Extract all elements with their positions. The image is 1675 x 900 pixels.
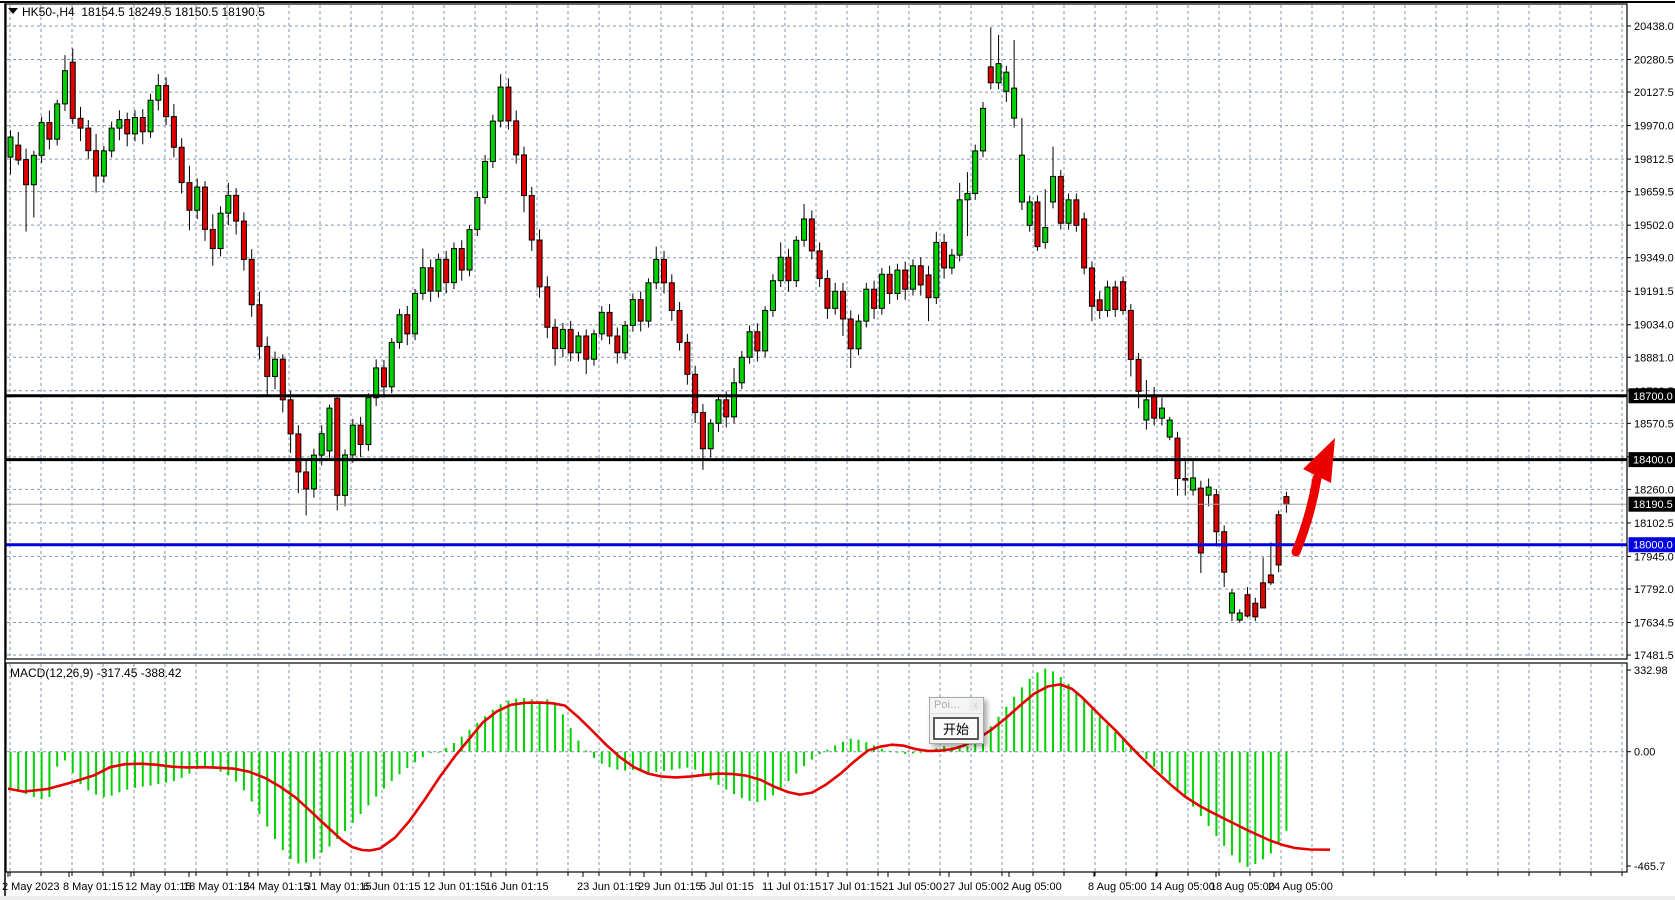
price-axis-label: 20280.5	[1634, 55, 1674, 67]
price-badge-label: 18190.5	[1633, 499, 1673, 511]
time-axis-label: 11 Jul 01:15	[762, 881, 821, 893]
time-axis-label: 17 Jul 01:15	[822, 881, 882, 893]
chart-canvas[interactable]: 20438.0 20280.5 20127.5 19970.0 19812.5 19659…	[0, 0, 1675, 900]
price-axis-label: 19349.0	[1634, 253, 1674, 265]
price-axis-label: 19659.5	[1634, 187, 1674, 199]
time-axis-label: 6 Jun 01:15	[363, 881, 421, 893]
macd-indicator-label: MACD(12,26,9) -317.45 -388.42	[10, 666, 181, 680]
price-axis-label: 19502.0	[1634, 220, 1674, 232]
time-axis-label: 29 Jun 01:15	[638, 881, 702, 893]
mt4-chart-window: 20438.0 20280.5 20127.5 19970.0 19812.5 19659…	[0, 0, 1675, 900]
price-axis-label: 19191.5	[1634, 286, 1674, 298]
time-axis-label: 16 Jun 01:15	[485, 881, 549, 893]
symbol-dropdown-icon[interactable]	[8, 8, 18, 14]
price-axis-label: 18570.5	[1634, 418, 1674, 430]
time-axis-label: 8 Aug 05:00	[1088, 881, 1147, 893]
time-axis-label: 8 May 01:15	[63, 881, 124, 893]
time-axis-label: 2 Aug 05:00	[1003, 881, 1062, 893]
price-axis-label: 18102.5	[1634, 518, 1674, 530]
macd-axis-label: 332.98	[1634, 665, 1668, 677]
chart-title-ohlc: HK50-,H4 18154.5 18249.5 18150.5 18190.5	[22, 5, 265, 19]
price-badge-label: 18700.0	[1633, 391, 1673, 403]
time-axis-label: 5 Jul 01:15	[700, 881, 754, 893]
price-axis-label: 17945.0	[1634, 551, 1674, 563]
time-axis-label: 31 May 01:15	[305, 881, 372, 893]
time-axis-label: 24 May 01:15	[243, 881, 310, 893]
price-axis-label: 19970.0	[1634, 121, 1674, 133]
popup-titlebar[interactable]: Poi… x	[930, 698, 983, 714]
time-axis-label: 12 May 01:15	[125, 881, 192, 893]
price-axis-label: 20127.5	[1634, 87, 1674, 99]
price-badge-label: 18000.0	[1633, 540, 1673, 552]
time-axis-label: 21 Jul 05:00	[882, 881, 942, 893]
price-axis-label: 17481.5	[1634, 650, 1674, 662]
macd-axis-label: -465.7	[1634, 861, 1665, 873]
start-button[interactable]: 开始	[933, 717, 979, 740]
close-icon[interactable]: x	[969, 699, 982, 711]
time-axis-label: 12 Jun 01:15	[423, 881, 487, 893]
price-badge-label: 18400.0	[1633, 455, 1673, 467]
price-axis-label: 19034.0	[1634, 320, 1674, 332]
price-axis-label: 19812.5	[1634, 154, 1674, 166]
price-axis-label: 20438.0	[1634, 21, 1674, 33]
price-axis-label: 18881.0	[1634, 352, 1674, 364]
price-axis-label: 17634.5	[1634, 617, 1674, 629]
time-axis-label: 18 May 01:15	[183, 881, 250, 893]
time-axis-label: 23 Jun 01:15	[577, 881, 641, 893]
time-axis-label: 18 Aug 05:00	[1210, 881, 1275, 893]
time-axis-label: 14 Aug 05:00	[1150, 881, 1215, 893]
price-axis-label: 18260.0	[1634, 484, 1674, 496]
price-axis-label: 17792.0	[1634, 584, 1674, 596]
time-axis-label: 24 Aug 05:00	[1268, 881, 1333, 893]
popup-title: Poi…	[934, 699, 961, 711]
time-axis-label: 27 Jul 05:00	[943, 881, 1003, 893]
window-bottom-edge	[0, 896, 1675, 900]
time-axis-label: 2 May 2023	[2, 881, 59, 893]
popup-window[interactable]: Poi… x 开始	[929, 697, 984, 744]
macd-axis-label: 0.00	[1634, 747, 1655, 759]
